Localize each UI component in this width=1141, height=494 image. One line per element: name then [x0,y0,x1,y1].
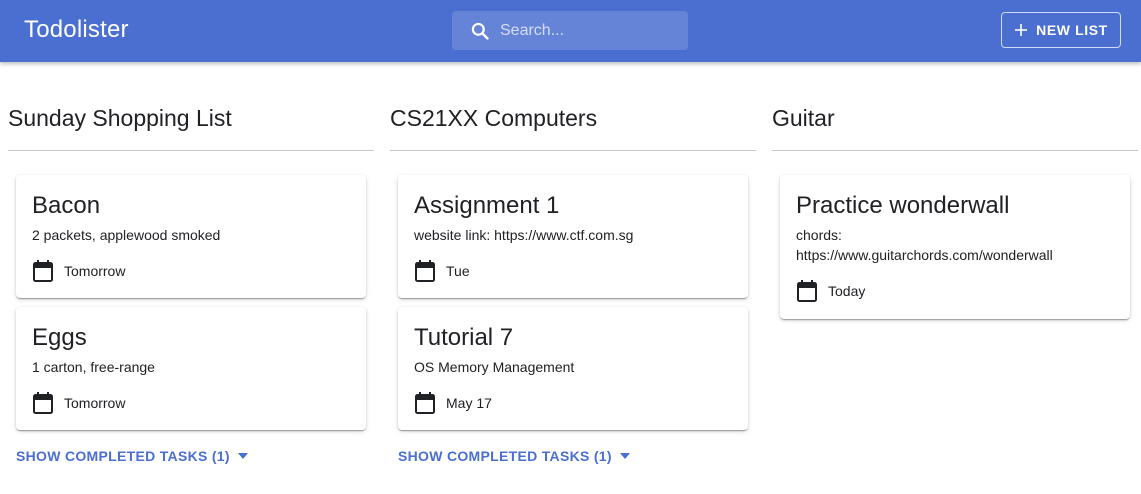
show-completed-button[interactable]: SHOW COMPLETED TASKS (1) [398,448,630,464]
task-due-label: Tomorrow [64,263,126,279]
task-due: May 17 [414,391,492,415]
task-title: Tutorial 7 [414,324,514,351]
task-due-label: Tomorrow [64,395,126,411]
search-input[interactable] [500,11,680,50]
task-card[interactable]: Tutorial 7 OS Memory Management May 17 [398,307,748,430]
task-due: Tue [414,259,470,283]
task-card[interactable]: Bacon 2 packets, applewood smoked Tomorr… [16,175,366,298]
list-divider [772,150,1138,151]
app-bar: Todolister NEW LIST [0,0,1141,62]
task-due-label: May 17 [446,395,492,411]
task-title: Assignment 1 [414,192,560,219]
list-title: Sunday Shopping List [8,105,232,131]
task-due-label: Tue [446,263,470,279]
task-title: Eggs [32,324,87,351]
task-card[interactable]: Assignment 1 website link: https://www.c… [398,175,748,298]
list-title: Guitar [772,105,835,131]
list-divider [8,150,374,151]
caret-down-icon [237,453,248,459]
task-due: Today [796,279,865,303]
task-title: Bacon [32,192,101,219]
calendar-icon [415,260,435,282]
list-title: CS21XX Computers [390,105,598,131]
task-description: website link: https://www.ctf.com.sg [414,227,634,243]
show-completed-label: SHOW COMPLETED TASKS (1) [398,448,612,464]
task-card[interactable]: Practice wonderwall chords: https://www.… [780,175,1130,319]
list-column: Sunday Shopping List Bacon 2 packets, ap… [8,100,374,464]
task-description: 1 carton, free-range [32,359,155,375]
show-completed-label: SHOW COMPLETED TASKS (1) [16,448,230,464]
calendar-icon [797,280,817,302]
list-divider [390,150,756,151]
calendar-icon [33,260,53,282]
list-column: Guitar Practice wonderwall chords: https… [772,100,1138,319]
task-due: Tomorrow [32,259,125,283]
task-description: 2 packets, applewood smoked [32,227,221,243]
caret-down-icon [619,453,630,459]
search-icon [471,22,489,40]
show-completed-button[interactable]: SHOW COMPLETED TASKS (1) [16,448,248,464]
plus-icon [1015,24,1028,36]
calendar-icon [415,392,435,414]
new-list-button[interactable]: NEW LIST [1001,12,1121,48]
task-description: OS Memory Management [414,359,575,375]
task-title: Practice wonderwall [796,192,1010,219]
search-box[interactable] [452,11,688,50]
calendar-icon [33,392,53,414]
new-list-label: NEW LIST [1036,22,1108,38]
app-title: Todolister [24,16,129,43]
task-due-label: Today [828,283,866,299]
task-card[interactable]: Eggs 1 carton, free-range Tomorrow [16,307,366,430]
list-column: CS21XX Computers Assignment 1 website li… [390,100,756,464]
task-due: Tomorrow [32,391,125,415]
task-description: chords: https://www.guitarchords.com/won… [796,227,1053,263]
